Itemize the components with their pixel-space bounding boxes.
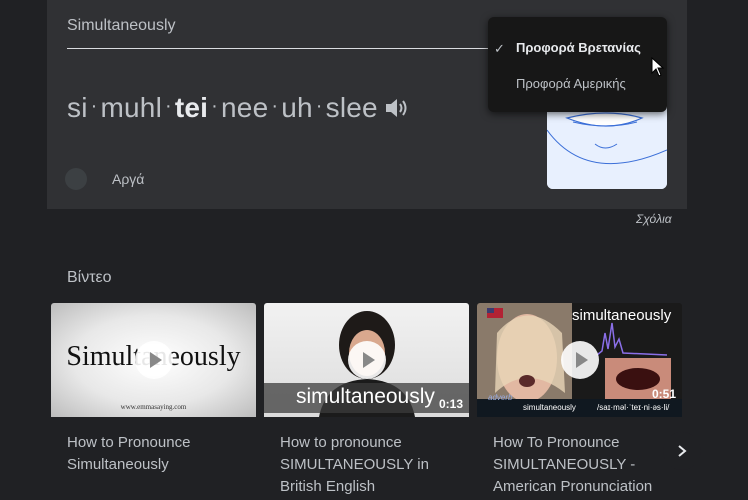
syllable-separator: · <box>211 94 219 117</box>
syllable: si <box>67 92 88 123</box>
video-title[interactable]: How to Pronounce Simultaneously <box>51 432 253 476</box>
thumb-word: simultaneously <box>296 385 435 408</box>
video-thumbnail: simultaneously 0:13 <box>264 303 469 417</box>
syllable: uh <box>281 92 313 123</box>
video-card[interactable]: Simultaneously www.emmasaying.com How to… <box>51 303 256 476</box>
stressed-syllable-text: tei <box>174 92 209 123</box>
feedback-link[interactable]: Σχόλια <box>636 212 672 226</box>
video-thumbnail: Simultaneously www.emmasaying.com <box>51 303 256 417</box>
video-duration: 0:51 <box>651 387 676 401</box>
syllable: nee <box>221 92 269 123</box>
thumb-caption: simultaneously <box>523 403 576 412</box>
speaker-icon[interactable] <box>384 96 410 120</box>
video-duration: 0:13 <box>438 397 463 411</box>
play-icon[interactable] <box>347 341 386 379</box>
thumb-ipa: /saɪ·məl·ˈteɪ·ni·əs·li/ <box>597 403 670 412</box>
syllable: muhl <box>100 92 162 123</box>
syllable-separator: · <box>271 94 279 117</box>
pronounced-word: Simultaneously <box>67 17 176 34</box>
phonetic-spelling: si · muhl · tei · nee · uh · slee <box>67 92 410 124</box>
video-card[interactable]: simultaneously 0:13 How to pronounce SIM… <box>264 303 469 498</box>
mouse-cursor-icon <box>651 57 665 77</box>
thumb-brand: adverb <box>488 393 513 402</box>
video-title[interactable]: How to pronounce SIMULTANEOUSLY in Briti… <box>264 432 466 498</box>
check-icon: ✓ <box>494 41 505 56</box>
word-underline <box>67 48 497 49</box>
slow-label: Αργά <box>112 171 145 187</box>
syllable-separator: · <box>315 94 323 117</box>
play-icon[interactable] <box>134 341 173 379</box>
menu-item-american[interactable]: Προφορά Αμερικής <box>516 76 626 91</box>
play-icon[interactable] <box>560 341 599 379</box>
accent-menu: ✓ Προφορά Βρετανίας Προφορά Αμερικής <box>488 17 667 112</box>
video-thumbnail: simultaneously adverb simultaneously /sa… <box>477 303 682 417</box>
thumb-url: www.emmasaying.com <box>120 403 187 411</box>
stressed-syllable: tei <box>175 92 208 124</box>
syllable-separator: · <box>165 94 172 117</box>
slow-toggle[interactable]: Αργά <box>65 168 144 190</box>
thumb-word: simultaneously <box>572 307 672 324</box>
video-card[interactable]: simultaneously adverb simultaneously /sa… <box>477 303 682 498</box>
syllable-separator: · <box>90 94 98 117</box>
videos-heading: Βίντεο <box>67 269 112 286</box>
chevron-right-icon[interactable] <box>663 432 701 470</box>
video-title[interactable]: How To Pronounce SIMULTANEOUSLY - Americ… <box>477 432 679 498</box>
syllable: slee <box>325 92 378 123</box>
menu-item-british[interactable]: Προφορά Βρετανίας <box>516 40 641 55</box>
slow-toggle-circle <box>65 168 87 190</box>
